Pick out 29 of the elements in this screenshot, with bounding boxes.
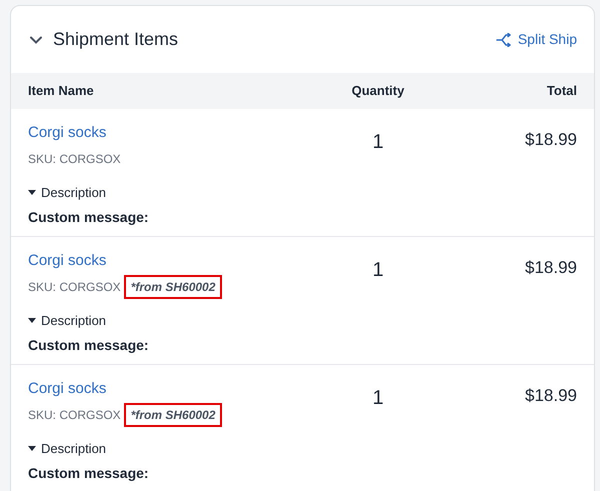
origin-note: *from SH60002 [124,275,222,299]
item-link[interactable]: Corgi socks [28,123,288,143]
caret-icon[interactable] [28,190,36,196]
section-title: Shipment Items [53,28,178,51]
column-header: Quantity [350,82,406,100]
description-toggle[interactable]: Description [41,311,106,330]
column-header: Total [546,82,577,100]
quantity-text: 1 [372,386,384,407]
total-text: $18.99 [525,257,577,277]
quantity-text: 1 [372,258,384,279]
sku-text: SKU: CORGSOX [28,407,121,424]
sku-text: SKU: CORGSOX [28,279,121,296]
item-link[interactable]: Corgi socks [28,379,288,399]
split-ship-button[interactable]: Split Ship [496,29,577,50]
caret-icon[interactable] [28,446,36,452]
origin-note: *from SH60002 [124,403,222,427]
description-toggle[interactable]: Description [41,439,106,458]
split-icon [496,32,512,46]
item-link[interactable]: Corgi socks [28,251,288,271]
sku-text: SKU: CORGSOX [28,151,121,168]
description-toggle[interactable]: Description [41,183,106,202]
total-text: $18.99 [525,129,577,149]
quantity-text: 1 [372,130,384,151]
caret-icon[interactable] [28,318,36,324]
column-header: Item Name [28,82,95,100]
custom-message-label: Custom message: [28,208,150,227]
custom-message-label: Custom message: [28,336,150,355]
custom-message-label: Custom message: [28,464,150,483]
total-text: $18.99 [525,385,577,405]
